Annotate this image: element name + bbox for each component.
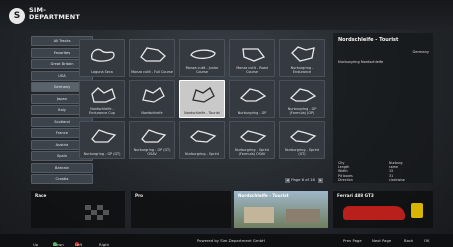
track-map-icon — [239, 130, 267, 143]
track-label: Nurburgring - Sprint — [184, 152, 219, 156]
track-tile[interactable]: Nurburgring - GP — [229, 80, 275, 118]
track-tile[interactable]: Laguna Seca — [79, 39, 125, 77]
track-tile[interactable]: Nordschleife — [129, 80, 175, 118]
track-tile[interactable]: Monza cutit - Road Course — [229, 39, 275, 77]
track-label: Nordschleife - Endurance Cup — [89, 107, 115, 115]
track-label: Nordschleife - Tourist — [184, 111, 220, 115]
left-label: Left — [75, 242, 83, 247]
track-info-panel: Nordschleife - Tourist Germany Nurburgri… — [333, 33, 433, 183]
track-label: Nurburgring - GP — [237, 111, 267, 115]
race-panel[interactable]: Race — [31, 191, 125, 228]
prev-page-arrow-icon[interactable]: ◀ — [285, 177, 290, 183]
track-map-icon — [142, 87, 165, 103]
info-country: Germany — [412, 50, 429, 54]
car-image — [343, 206, 405, 220]
page-text: Page 6 of 18 — [291, 177, 315, 182]
track-map-icon — [289, 130, 317, 143]
track-tile[interactable]: Monza cutit - Junior Course — [179, 39, 225, 77]
down-label: Down — [53, 242, 64, 247]
track-tile[interactable]: Nurburgring - GP (GT) — [79, 121, 125, 159]
track-label: Nurburgring - Endurance — [290, 66, 314, 74]
filter-croatia[interactable]: Croatia — [31, 174, 93, 184]
track-tile[interactable]: Nurburgring - Sprint — [179, 121, 225, 159]
info-title: Nordschleife - Tourist — [338, 37, 399, 43]
track-preview-title: Nordschleife - Tourist — [238, 193, 289, 198]
car-panel[interactable]: Ferrari 488 GT3 — [333, 191, 433, 228]
page-indicator: ◀ Page 6 of 18 ▶ — [283, 177, 324, 183]
race-title: Race — [35, 193, 47, 198]
pro-panel[interactable]: Pro — [131, 191, 231, 228]
right-label: Right — [99, 242, 109, 247]
track-tile[interactable]: Monza cutit - Full Course — [129, 39, 175, 77]
pro-title: Pro — [135, 193, 144, 198]
track-tile[interactable]: Nurburgring - Sprint (Formula) OSAV — [229, 121, 275, 159]
track-map-icon — [91, 48, 115, 62]
brand-logo-icon: S — [9, 8, 25, 24]
up-label: Up — [33, 242, 39, 247]
track-map-icon — [140, 47, 166, 62]
track-map-icon — [242, 48, 266, 62]
info-track-name: Nurburgring Nordschleife — [338, 60, 384, 64]
track-tile-selected[interactable]: Nordschleife - Tourist — [179, 80, 225, 118]
track-label: Monza cutit - Junior Course — [185, 66, 219, 74]
prev-page-hint[interactable]: Prev Page — [343, 238, 362, 243]
ok-hint[interactable]: OK — [424, 238, 429, 243]
track-map-icon — [189, 130, 217, 143]
track-label: Nurburgring - Sprint (GT) — [284, 148, 319, 156]
track-map-icon — [289, 88, 317, 102]
track-label: Monza cutit - Full Course — [131, 70, 173, 74]
brand-line-2: DEPARTMENT — [29, 13, 80, 21]
track-tile[interactable]: Nurburgring - GP (GT) OSAV — [129, 121, 175, 159]
track-label: Nurburgring - GP (GT) OSAV — [133, 148, 171, 156]
track-preview-panel[interactable]: Nordschleife - Tourist — [234, 191, 328, 228]
next-page-hint[interactable]: Next Page — [372, 238, 391, 243]
track-stats: City Nurburg Length same Width 15 Pit boxes… — [338, 161, 405, 182]
track-label: Laguna Seca — [91, 70, 113, 74]
back-hint[interactable]: Back — [404, 238, 413, 243]
track-tile[interactable]: Nurburgring - Sprint (GT) — [279, 121, 325, 159]
track-map-icon — [291, 46, 315, 62]
track-label: Nordschleife — [141, 111, 163, 115]
track-label: Nurburgring - GP (Formula) (GP) — [287, 107, 317, 115]
track-map-icon — [192, 87, 215, 103]
track-map-icon — [91, 87, 116, 103]
track-map-icon — [239, 88, 267, 102]
track-label: Monza cutit - Road Course — [236, 66, 268, 74]
stat-key: Direction — [338, 177, 353, 182]
stat-row: Direction clockwise — [338, 178, 405, 182]
building-image — [286, 209, 320, 223]
track-tile[interactable]: Nurburgring - GP (Formula) (GP) — [279, 80, 325, 118]
brand-name: SIM- DEPARTMENT — [29, 7, 80, 21]
next-page-arrow-icon[interactable]: ▶ — [318, 177, 324, 183]
track-map-icon — [190, 49, 216, 59]
powered-by: Powered by Sim-Department GmbH — [197, 238, 265, 243]
ferrari-logo-icon — [411, 203, 423, 218]
track-label: Nurburgring - GP (GT) — [83, 152, 121, 156]
track-map-icon — [91, 129, 117, 143]
filter-bahrain[interactable]: Bahrain — [31, 162, 93, 173]
building-image — [244, 207, 274, 223]
checkered-flag-icon — [85, 205, 109, 220]
track-map-icon — [141, 129, 167, 143]
control-hints-bar: Up Down Left Right Powered by Sim-Depart… — [0, 234, 453, 247]
car-title: Ferrari 488 GT3 — [337, 193, 374, 198]
stat-value: clockwise — [389, 177, 405, 182]
track-label: Nurburgring - Sprint (Formula) OSAV — [234, 148, 269, 156]
track-tile[interactable]: Nordschleife - Endurance Cup — [79, 80, 125, 118]
top-bar: S SIM- DEPARTMENT — [0, 0, 453, 30]
track-tile[interactable]: Nurburgring - Endurance — [279, 39, 325, 77]
